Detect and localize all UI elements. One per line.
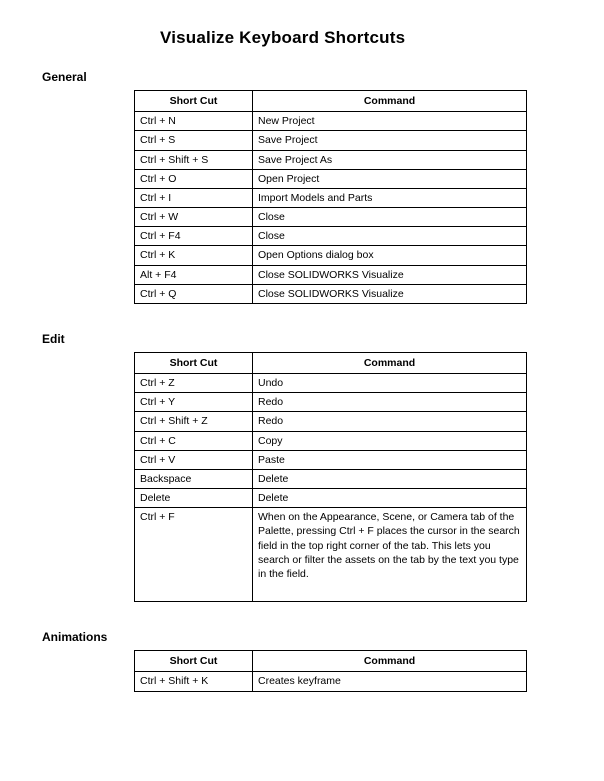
cell-command: Close xyxy=(253,227,527,246)
table-row: Ctrl + IImport Models and Parts xyxy=(135,188,527,207)
table-row: Ctrl + Shift + KCreates keyframe xyxy=(135,672,527,691)
section-edit: Edit Short Cut Command Ctrl + ZUndo Ctrl… xyxy=(42,332,562,602)
table-row: Ctrl + CCopy xyxy=(135,431,527,450)
table-row: Ctrl + WClose xyxy=(135,208,527,227)
cell-shortcut: Alt + F4 xyxy=(135,265,253,284)
header-command: Command xyxy=(253,91,527,112)
cell-shortcut: Ctrl + W xyxy=(135,208,253,227)
table-row: Alt + F4Close SOLIDWORKS Visualize xyxy=(135,265,527,284)
cell-shortcut: Delete xyxy=(135,489,253,508)
cell-command: Save Project As xyxy=(253,150,527,169)
cell-shortcut: Ctrl + Shift + S xyxy=(135,150,253,169)
cell-command: Import Models and Parts xyxy=(253,188,527,207)
cell-command: Open Project xyxy=(253,169,527,188)
cell-shortcut: Ctrl + C xyxy=(135,431,253,450)
table-row: BackspaceDelete xyxy=(135,469,527,488)
header-command: Command xyxy=(253,651,527,672)
table-row: Ctrl + VPaste xyxy=(135,450,527,469)
cell-command: Close SOLIDWORKS Visualize xyxy=(253,265,527,284)
table-row: Ctrl + Shift + ZRedo xyxy=(135,412,527,431)
shortcuts-table-edit: Short Cut Command Ctrl + ZUndo Ctrl + YR… xyxy=(134,352,527,602)
table-row: Ctrl + F4Close xyxy=(135,227,527,246)
section-heading: Edit xyxy=(42,332,562,346)
cell-command: Redo xyxy=(253,412,527,431)
cell-shortcut: Ctrl + F4 xyxy=(135,227,253,246)
table-row: Ctrl + Shift + SSave Project As xyxy=(135,150,527,169)
table-row: Ctrl + KOpen Options dialog box xyxy=(135,246,527,265)
shortcuts-table-animations: Short Cut Command Ctrl + Shift + KCreate… xyxy=(134,650,527,691)
header-shortcut: Short Cut xyxy=(135,91,253,112)
cell-shortcut: Ctrl + F xyxy=(135,508,253,602)
cell-command: Close xyxy=(253,208,527,227)
cell-command: Close SOLIDWORKS Visualize xyxy=(253,284,527,303)
cell-shortcut: Ctrl + N xyxy=(135,112,253,131)
cell-command: Save Project xyxy=(253,131,527,150)
cell-command: Paste xyxy=(253,450,527,469)
cell-command: Creates keyframe xyxy=(253,672,527,691)
cell-shortcut: Ctrl + Shift + Z xyxy=(135,412,253,431)
header-command: Command xyxy=(253,352,527,373)
cell-command: Open Options dialog box xyxy=(253,246,527,265)
table-row: Ctrl + OOpen Project xyxy=(135,169,527,188)
section-general: General Short Cut Command Ctrl + NNew Pr… xyxy=(42,70,562,304)
section-animations: Animations Short Cut Command Ctrl + Shif… xyxy=(42,630,562,691)
cell-shortcut: Ctrl + Z xyxy=(135,374,253,393)
cell-command: Delete xyxy=(253,489,527,508)
cell-command: New Project xyxy=(253,112,527,131)
header-shortcut: Short Cut xyxy=(135,352,253,373)
cell-command: When on the Appearance, Scene, or Camera… xyxy=(253,508,527,602)
shortcuts-table-general: Short Cut Command Ctrl + NNew Project Ct… xyxy=(134,90,527,304)
cell-command: Redo xyxy=(253,393,527,412)
cell-command: Copy xyxy=(253,431,527,450)
cell-shortcut: Ctrl + K xyxy=(135,246,253,265)
table-row: Ctrl + FWhen on the Appearance, Scene, o… xyxy=(135,508,527,602)
cell-shortcut: Ctrl + O xyxy=(135,169,253,188)
page-title: Visualize Keyboard Shortcuts xyxy=(160,28,562,48)
section-heading: Animations xyxy=(42,630,562,644)
cell-shortcut: Ctrl + Q xyxy=(135,284,253,303)
table-header-row: Short Cut Command xyxy=(135,352,527,373)
table-row: Ctrl + YRedo xyxy=(135,393,527,412)
cell-shortcut: Ctrl + I xyxy=(135,188,253,207)
cell-command: Undo xyxy=(253,374,527,393)
cell-shortcut: Ctrl + S xyxy=(135,131,253,150)
cell-command: Delete xyxy=(253,469,527,488)
cell-shortcut: Ctrl + Y xyxy=(135,393,253,412)
table-row: Ctrl + QClose SOLIDWORKS Visualize xyxy=(135,284,527,303)
cell-shortcut: Ctrl + V xyxy=(135,450,253,469)
table-row: Ctrl + ZUndo xyxy=(135,374,527,393)
table-row: DeleteDelete xyxy=(135,489,527,508)
table-header-row: Short Cut Command xyxy=(135,651,527,672)
table-row: Ctrl + SSave Project xyxy=(135,131,527,150)
cell-shortcut: Ctrl + Shift + K xyxy=(135,672,253,691)
table-header-row: Short Cut Command xyxy=(135,91,527,112)
cell-shortcut: Backspace xyxy=(135,469,253,488)
header-shortcut: Short Cut xyxy=(135,651,253,672)
table-row: Ctrl + NNew Project xyxy=(135,112,527,131)
section-heading: General xyxy=(42,70,562,84)
